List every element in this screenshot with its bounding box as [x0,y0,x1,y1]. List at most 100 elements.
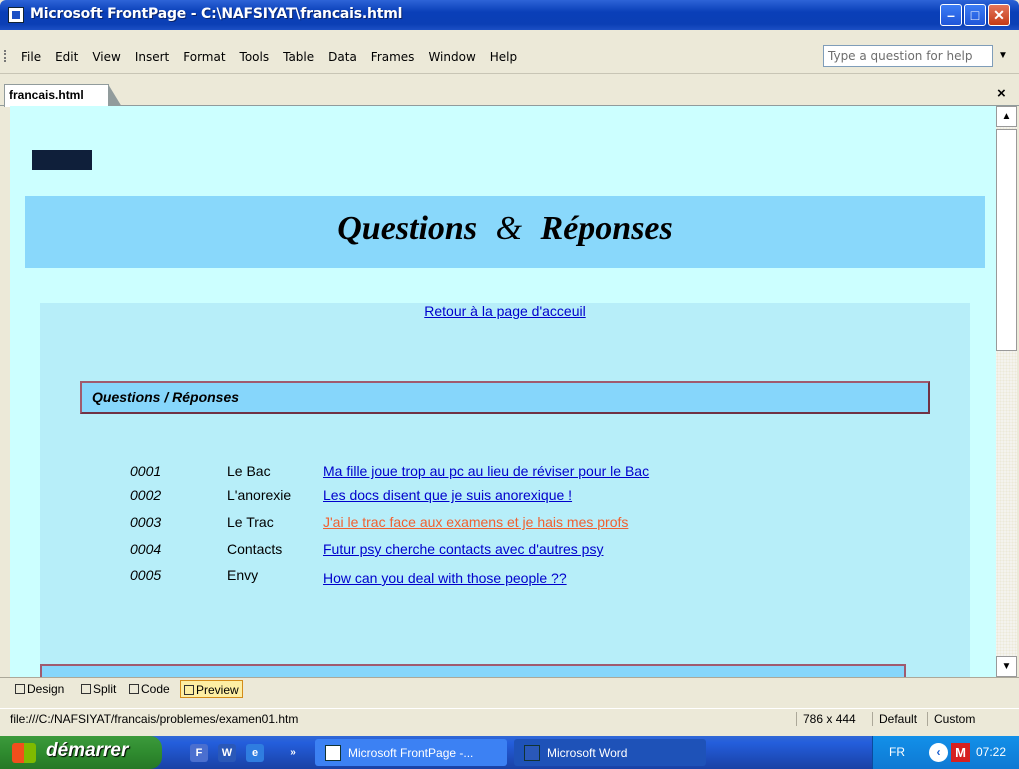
qa-row: 0001 Le Bac Ma fille joue trop au pc au … [130,463,830,483]
code-view-icon [129,684,139,694]
tab-code-label: Code [141,682,170,696]
help-search-input[interactable]: Type a question for help [823,45,993,67]
design-view-icon [15,684,25,694]
help-dropdown-icon[interactable]: ▼ [998,50,1008,61]
menu-data[interactable]: Data [321,49,364,65]
qa-number: 0002 [130,487,162,503]
system-tray: FR ‹ M 07:22 [872,736,1019,769]
menu-table[interactable]: Table [276,49,321,65]
lower-section-box [40,664,906,677]
frontpage-task-icon [325,745,341,761]
menu-items: File Edit View Insert Format Tools Table… [14,49,524,65]
taskbar-word-button[interactable]: Microsoft Word [514,739,706,766]
language-indicator[interactable]: FR [889,745,905,759]
qa-link[interactable]: Ma fille joue trop au pc au lieu de révi… [323,463,649,479]
maximize-button[interactable]: □ [964,4,986,26]
status-schema[interactable]: Default [872,712,917,726]
taskbar: démarrer F W e » Microsoft FrontPage -..… [0,736,1019,769]
tab-preview-label: Preview [196,683,239,697]
qa-row: 0003 Le Trac J'ai le trac face aux exame… [130,514,830,534]
site-logo [32,150,92,170]
heading-band: Questions & Réponses [25,196,985,268]
menu-tools[interactable]: Tools [233,49,277,65]
quicklaunch-word-icon[interactable]: W [218,744,236,762]
minimize-button[interactable]: – [940,4,962,26]
title-bar: Microsoft FrontPage - C:\NAFSIYAT\franca… [0,0,1019,30]
taskbar-frontpage-label: Microsoft FrontPage -... [348,746,474,760]
qa-number: 0001 [130,463,162,479]
qa-topic: Le Trac [227,514,274,530]
minimize-icon: – [947,7,955,23]
status-css[interactable]: Custom [927,712,975,726]
menu-insert[interactable]: Insert [128,49,176,65]
quicklaunch-expand-icon[interactable]: » [288,744,298,762]
tab-design-label: Design [27,682,65,696]
view-tabs: Design Split Code Preview [0,677,1019,699]
qa-section-title: Questions / Réponses [80,381,930,414]
close-window-button[interactable]: ✕ [988,4,1010,26]
tray-m-icon[interactable]: M [951,743,970,762]
heading-questions: Questions [337,210,478,247]
qa-row: 0004 Contacts Futur psy cherche contacts… [130,541,830,561]
tab-preview[interactable]: Preview [180,680,243,698]
vertical-scrollbar[interactable]: ▲ ▼ [996,106,1017,677]
toolbar-grip-icon[interactable] [4,50,7,62]
qa-link[interactable]: Futur psy cherche contacts avec d'autres… [323,541,603,557]
maximize-icon: □ [970,7,980,23]
quicklaunch-frontpage-icon[interactable]: F [190,744,208,762]
qa-topic: Le Bac [227,463,271,479]
start-button[interactable]: démarrer [0,736,162,769]
heading-ampersand: & [495,210,523,247]
qa-number: 0003 [130,514,162,530]
content-panel: Retour à la page d'acceuil Questions / R… [40,303,970,677]
menu-help[interactable]: Help [483,49,524,65]
scroll-up-icon[interactable]: ▲ [996,106,1017,127]
taskbar-word-label: Microsoft Word [547,746,628,760]
tab-split-label: Split [93,682,117,696]
menu-window[interactable]: Window [421,49,482,65]
page-heading: Questions & Réponses [25,210,985,248]
qa-link[interactable]: How can you deal with those people ?? [323,570,567,586]
quicklaunch-ie-icon[interactable]: e [246,744,264,762]
qa-number: 0005 [130,567,162,583]
qa-number: 0004 [130,541,162,557]
qa-row: 0005 Envy How can you deal with those pe… [130,567,830,587]
split-view-icon [81,684,91,694]
status-page-size[interactable]: 786 x 444 [796,712,856,726]
tab-split[interactable]: Split [78,680,119,698]
qa-topic: Envy [227,567,259,583]
menu-format[interactable]: Format [176,49,232,65]
qa-link-visited[interactable]: J'ai le trac face aux examens et je hais… [323,514,628,530]
start-label: démarrer [46,740,129,761]
word-task-icon [524,745,540,761]
menu-file[interactable]: File [14,49,48,65]
preview-view-icon [184,685,194,695]
document-tab-strip: francais.html × [0,81,1019,107]
qa-topic: L'anorexie [227,487,292,503]
menu-frames[interactable]: Frames [364,49,422,65]
menu-edit[interactable]: Edit [48,49,85,65]
menu-bar: File Edit View Insert Format Tools Table… [0,30,1019,74]
tray-expand-icon[interactable]: ‹ [929,743,948,762]
qa-link[interactable]: Les docs disent que je suis anorexique ! [323,487,572,503]
tab-francais-html[interactable]: francais.html [4,84,122,107]
heading-reponses: Réponses [540,210,673,247]
home-page-link[interactable]: Retour à la page d'acceuil [40,303,970,319]
menu-view[interactable]: View [85,49,127,65]
qa-row: 0002 L'anorexie Les docs disent que je s… [130,487,830,507]
windows-logo-icon [12,743,36,763]
clock: 07:22 [976,745,1007,759]
status-url: file:///C:/NAFSIYAT/francais/problemes/e… [10,712,299,726]
close-icon: ✕ [993,7,1005,23]
page-preview: Questions & Réponses Retour à la page d'… [10,106,996,677]
scroll-down-icon[interactable]: ▼ [996,656,1017,677]
tab-design[interactable]: Design [12,680,67,698]
window-title: Microsoft FrontPage - C:\NAFSIYAT\franca… [30,6,403,22]
qa-topic: Contacts [227,541,283,557]
close-document-icon[interactable]: × [997,85,1006,102]
scroll-thumb[interactable] [996,129,1017,351]
frontpage-app-icon[interactable] [8,7,24,23]
tab-code[interactable]: Code [126,680,173,698]
status-bar: file:///C:/NAFSIYAT/francais/problemes/e… [0,708,1019,730]
taskbar-frontpage-button[interactable]: Microsoft FrontPage -... [315,739,507,766]
